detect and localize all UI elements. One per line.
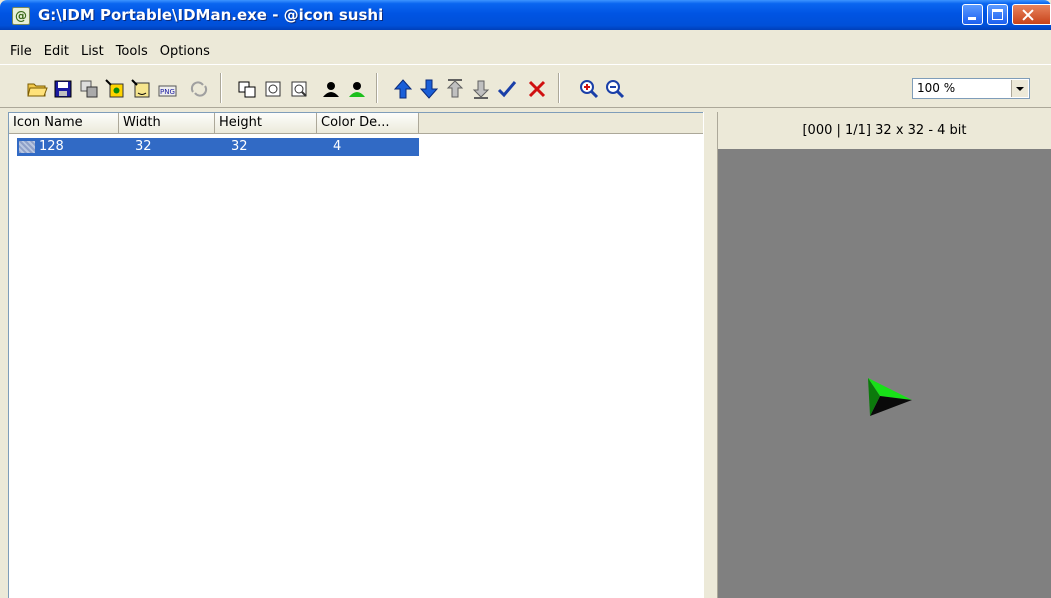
list-header: Icon Name Width Height Color De...	[9, 113, 704, 134]
preview-icon[interactable]	[262, 78, 284, 100]
toolbar-separator	[220, 73, 222, 103]
maximize-button[interactable]	[987, 4, 1008, 25]
zoom-out-icon[interactable]	[604, 78, 626, 100]
refresh-icon[interactable]	[188, 78, 210, 100]
toolbar-separator	[376, 73, 378, 103]
save-icon[interactable]	[52, 78, 74, 100]
splitter[interactable]	[703, 112, 718, 598]
menu-tools[interactable]: Tools	[112, 44, 152, 59]
column-icon-name[interactable]: Icon Name	[9, 113, 119, 133]
green-user-icon[interactable]	[346, 78, 368, 100]
zoom-in-icon[interactable]	[578, 78, 600, 100]
arrow-up-icon[interactable]	[392, 78, 414, 100]
chevron-down-icon[interactable]	[1011, 80, 1028, 97]
preview-canvas	[718, 149, 1051, 598]
column-color-depth[interactable]: Color De...	[317, 113, 419, 133]
cell-icon-name: 128	[39, 139, 64, 154]
menu-bar: File Edit List Tools Options	[0, 40, 1051, 62]
table-row[interactable]: 128 32 32 4	[17, 138, 419, 156]
zoom-select[interactable]: 100 %	[912, 78, 1030, 99]
cursor-arrow-icon	[868, 378, 912, 416]
copy-icon[interactable]	[236, 78, 258, 100]
black-user-icon[interactable]	[320, 78, 342, 100]
export-icon[interactable]	[78, 78, 100, 100]
zoom-value: 100 %	[917, 81, 956, 95]
open-folder-icon[interactable]	[26, 78, 48, 100]
column-height[interactable]: Height	[215, 113, 317, 133]
cell-height: 32	[231, 139, 248, 154]
menu-edit[interactable]: Edit	[40, 44, 73, 59]
cell-color-depth: 4	[333, 139, 342, 154]
icon-thumbnail-icon	[19, 141, 35, 153]
app-icon[interactable]: @	[12, 7, 30, 25]
menu-options[interactable]: Options	[156, 44, 214, 59]
move-top-icon[interactable]	[444, 78, 466, 100]
add-image-icon[interactable]	[130, 78, 152, 100]
main-window: @ G:\IDM Portable\IDMan.exe - @icon sush…	[0, 0, 1051, 598]
window-title: G:\IDM Portable\IDMan.exe - @icon sushi	[38, 6, 384, 24]
svg-text:PNG: PNG	[160, 88, 175, 96]
arrow-down-icon[interactable]	[418, 78, 440, 100]
icon-list[interactable]: Icon Name Width Height Color De... 128 3…	[8, 112, 704, 598]
delete-icon[interactable]	[526, 78, 548, 100]
checkmark-icon[interactable]	[496, 78, 518, 100]
preview-info: [000 | 1/1] 32 x 32 - 4 bit	[718, 112, 1051, 149]
title-bar[interactable]: @ G:\IDM Portable\IDMan.exe - @icon sush…	[0, 0, 1051, 30]
minimize-button[interactable]	[962, 4, 983, 25]
menu-file[interactable]: File	[6, 44, 36, 59]
move-bottom-icon[interactable]	[470, 78, 492, 100]
close-button[interactable]	[1012, 4, 1051, 25]
png-icon[interactable]: PNG	[156, 78, 178, 100]
insert-icon[interactable]	[104, 78, 126, 100]
column-width[interactable]: Width	[119, 113, 215, 133]
toolbar: PNG 100 %	[0, 64, 1051, 108]
toolbar-separator	[558, 73, 560, 103]
preview-alt-icon[interactable]	[288, 78, 310, 100]
menu-list[interactable]: List	[77, 44, 108, 59]
cell-width: 32	[135, 139, 152, 154]
